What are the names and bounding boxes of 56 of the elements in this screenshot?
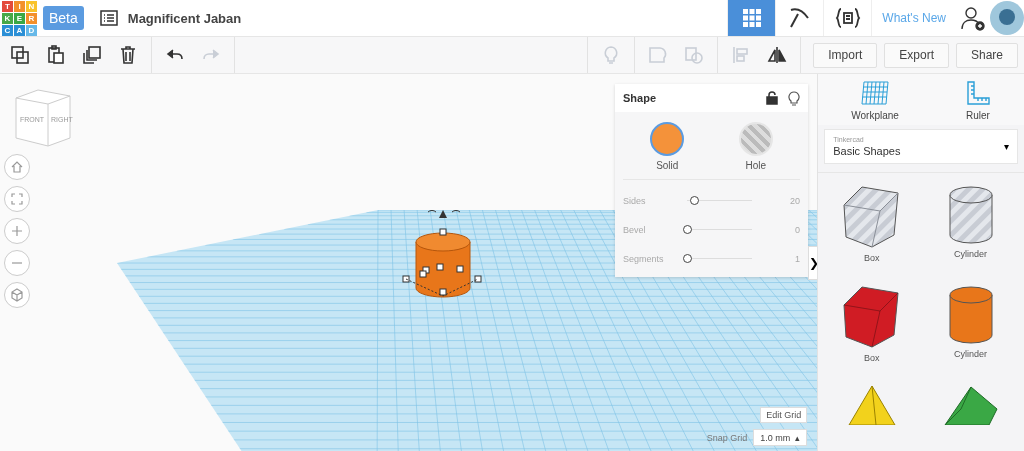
shape-label: Box (863, 353, 880, 363)
copy-icon (10, 45, 30, 65)
slider-label: Bevel (623, 224, 647, 235)
shape-label: Cylinder (954, 249, 988, 259)
trash-icon (118, 45, 138, 65)
list-icon[interactable] (99, 10, 118, 26)
project-title[interactable]: Magnificent Jaban (127, 10, 242, 26)
avatar-icon[interactable] (990, 1, 1024, 35)
perspective-button[interactable] (4, 282, 30, 308)
duplicate-icon (82, 45, 102, 65)
add-user-icon[interactable] (960, 5, 986, 31)
export-button[interactable]: Export (884, 42, 949, 68)
logo-tile: N (26, 0, 37, 12)
slider-value: 1 (794, 253, 800, 264)
perspective-icon (10, 288, 24, 302)
fit-view-icon (10, 192, 24, 206)
logo-tile: I (14, 0, 25, 12)
shape-label: Box (863, 253, 880, 263)
group-icon (648, 45, 669, 65)
grid-plane-icon (860, 80, 891, 106)
logo-tile: D (26, 24, 37, 36)
grid-icon (741, 8, 762, 28)
code-braces-icon (834, 7, 861, 29)
ungroup-icon (684, 45, 705, 65)
logo-tile: R (26, 12, 37, 24)
slider-label: Segments (623, 253, 665, 264)
pickaxe-icon (787, 6, 812, 30)
slider-label: Sides (623, 195, 647, 206)
logo-tile: T (2, 0, 13, 12)
panel-title: Shape (623, 92, 657, 104)
mirror-icon (767, 45, 788, 65)
logo-tile: E (14, 12, 25, 24)
home-button[interactable] (4, 154, 30, 180)
slider-value: 0 (794, 224, 800, 235)
workplane-tool[interactable]: Workplane (851, 80, 899, 121)
beta-badge: Beta (43, 6, 84, 30)
edit-grid-button[interactable]: Edit Grid (760, 407, 808, 423)
zoom-in-icon (10, 224, 24, 238)
ruler-icon (964, 80, 991, 106)
logo-tile: A (14, 24, 25, 36)
slider-value: 20 (789, 195, 800, 206)
logo-tile: C (2, 24, 13, 36)
fit-view-button[interactable] (4, 186, 30, 212)
unlocked-padlock-icon[interactable] (766, 91, 778, 105)
share-button[interactable]: Share (955, 42, 1018, 68)
snap-grid-label: Snap Grid (706, 432, 748, 443)
shape-label: Cylinder (954, 349, 988, 359)
logo-tile: K (2, 12, 13, 24)
import-button[interactable]: Import (813, 42, 878, 68)
zoom-out-button[interactable] (4, 250, 30, 276)
ruler-tool[interactable]: Ruler (964, 80, 991, 121)
paste-icon (46, 45, 66, 65)
zoom-in-button[interactable] (4, 218, 30, 244)
snap-grid-select[interactable]: 1.0 mm ▴ (753, 429, 808, 446)
lightbulb-icon[interactable] (788, 90, 800, 106)
home-icon (10, 160, 24, 174)
